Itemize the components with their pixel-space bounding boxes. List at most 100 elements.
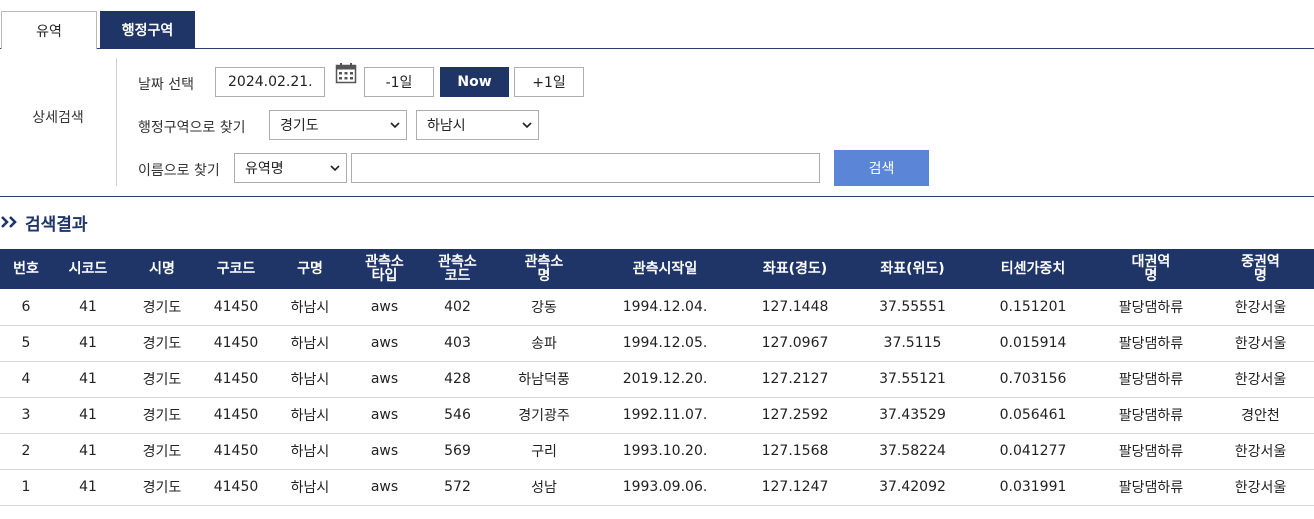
table-cell: 팔당댐하류 xyxy=(1095,325,1207,362)
table-cell: 6 xyxy=(0,289,52,326)
table-cell: 0.703156 xyxy=(971,361,1095,398)
table-cell: 127.0967 xyxy=(736,325,854,362)
table-cell: 0.041277 xyxy=(971,433,1095,470)
table-cell: 127.1448 xyxy=(736,289,854,326)
province-select[interactable]: 경기도 xyxy=(269,110,407,140)
table-cell: 37.5115 xyxy=(854,325,971,362)
table-cell: 2 xyxy=(0,433,52,470)
table-row[interactable]: 4 41 경기도 41450 하남시 aws 428 하남덕풍 2019.12.20. 127.2… xyxy=(0,361,1314,398)
divider xyxy=(116,58,117,186)
table-row[interactable]: 2 41 경기도 41450 하남시 aws 569 구리 1993.10.20. 127.156… xyxy=(0,433,1314,470)
column-header: 좌표(위도) xyxy=(854,249,971,289)
city-select[interactable]: 하남시 xyxy=(416,110,539,140)
table-row[interactable]: 1 41 경기도 41450 하남시 aws 572 성남 1993.09.06. 127.124… xyxy=(0,469,1314,506)
table-cell: 팔당댐하류 xyxy=(1095,469,1207,506)
table-cell: 41450 xyxy=(200,433,272,470)
table-cell: 하남시 xyxy=(272,325,348,362)
tab-basin[interactable]: 유역 xyxy=(1,11,97,49)
results-heading: 검색결과 xyxy=(0,210,88,235)
table-cell: 경기도 xyxy=(124,325,200,362)
column-header: 구코드 xyxy=(200,249,272,289)
name-type-select-value: 유역명 xyxy=(245,161,284,177)
table-cell: 하남시 xyxy=(272,361,348,398)
province-select-value: 경기도 xyxy=(280,118,319,134)
column-header: 관측소 코드 xyxy=(421,249,494,289)
table-cell: 팔당댐하류 xyxy=(1095,361,1207,398)
table-row[interactable]: 5 41 경기도 41450 하남시 aws 403 송파 1994.12.05. 127.096… xyxy=(0,325,1314,362)
table-cell: 41 xyxy=(52,433,124,470)
calendar-icon[interactable] xyxy=(335,62,357,84)
table-cell: 팔당댐하류 xyxy=(1095,397,1207,434)
table-cell: 0.015914 xyxy=(971,325,1095,362)
table-cell: 1992.11.07. xyxy=(594,397,736,434)
table-cell: 41450 xyxy=(200,289,272,326)
table-cell: aws xyxy=(348,361,421,398)
column-header: 중권역 명 xyxy=(1207,249,1314,289)
table-cell: 경안천 xyxy=(1207,397,1314,434)
column-header: 관측소 명 xyxy=(494,249,594,289)
table-cell: 41 xyxy=(52,469,124,506)
table-cell: 1 xyxy=(0,469,52,506)
table-cell: 569 xyxy=(421,433,494,470)
table-cell: 37.55121 xyxy=(854,361,971,398)
date-input[interactable]: 2024.02.21. xyxy=(215,67,325,97)
table-cell: 4 xyxy=(0,361,52,398)
table-cell: 하남시 xyxy=(272,469,348,506)
column-header: 좌표(경도) xyxy=(736,249,854,289)
name-label: 이름으로 찾기 xyxy=(138,163,220,179)
table-cell: 41450 xyxy=(200,397,272,434)
table-cell: 팔당댐하류 xyxy=(1095,433,1207,470)
table-cell: 41 xyxy=(52,361,124,398)
table-cell: 하남덕풍 xyxy=(494,361,594,398)
results-table: 번호 시코드 시명 구코드 구명 관측소 타입 관측소 코드 관측소 명 관측시작일 좌표(경도) 좌표(… xyxy=(0,249,1314,506)
column-header: 시코드 xyxy=(52,249,124,289)
search-button[interactable]: 검색 xyxy=(834,150,929,186)
table-cell: 1994.12.05. xyxy=(594,325,736,362)
double-chevron-right-icon xyxy=(1,216,17,228)
table-cell: 572 xyxy=(421,469,494,506)
table-cell: aws xyxy=(348,433,421,470)
table-cell: 0.031991 xyxy=(971,469,1095,506)
region-label: 행정구역으로 찾기 xyxy=(138,120,246,136)
name-type-select[interactable]: 유역명 xyxy=(234,153,347,183)
table-cell: 127.2592 xyxy=(736,397,854,434)
tab-bar: 유역 행정구역 xyxy=(0,0,1314,49)
search-section-label: 상세검색 xyxy=(32,110,84,126)
table-cell: 송파 xyxy=(494,325,594,362)
table-cell: 한강서울 xyxy=(1207,469,1314,506)
now-button[interactable]: Now xyxy=(440,67,509,97)
table-cell: 546 xyxy=(421,397,494,434)
next-day-button[interactable]: +1일 xyxy=(514,67,584,97)
table-cell: 5 xyxy=(0,325,52,362)
table-cell: 41 xyxy=(52,289,124,326)
table-cell: 경기도 xyxy=(124,433,200,470)
table-cell: 1994.12.04. xyxy=(594,289,736,326)
table-cell: 경기도 xyxy=(124,397,200,434)
tab-admin-district[interactable]: 행정구역 xyxy=(100,11,195,49)
table-cell: 37.55551 xyxy=(854,289,971,326)
table-row[interactable]: 6 41 경기도 41450 하남시 aws 402 강동 1994.12.04. 127.144… xyxy=(0,289,1314,326)
table-cell: 41 xyxy=(52,325,124,362)
table-body: 6 41 경기도 41450 하남시 aws 402 강동 1994.12.04. 127.144… xyxy=(0,289,1314,506)
table-cell: 하남시 xyxy=(272,433,348,470)
table-cell: 팔당댐하류 xyxy=(1095,289,1207,326)
results-title: 검색결과 xyxy=(25,214,88,235)
search-panel: 상세검색 날짜 선택 2024.02.21. -1일 Now +1일 행정구역으… xyxy=(0,49,1314,197)
table-row[interactable]: 3 41 경기도 41450 하남시 aws 546 경기광주 1992.11.07. 127.2… xyxy=(0,397,1314,434)
table-cell: 성남 xyxy=(494,469,594,506)
chevron-down-icon xyxy=(330,165,340,171)
table-cell: 41450 xyxy=(200,361,272,398)
table-cell: 41450 xyxy=(200,325,272,362)
table-cell: 강동 xyxy=(494,289,594,326)
table-cell: 37.42092 xyxy=(854,469,971,506)
table-cell: 37.43529 xyxy=(854,397,971,434)
column-header: 대권역 명 xyxy=(1095,249,1207,289)
table-cell: 0.151201 xyxy=(971,289,1095,326)
table-cell: 41450 xyxy=(200,469,272,506)
prev-day-button[interactable]: -1일 xyxy=(364,67,434,97)
table-cell: 2019.12.20. xyxy=(594,361,736,398)
name-search-input[interactable] xyxy=(351,153,820,183)
column-header: 티센가중치 xyxy=(971,249,1095,289)
table-cell: 경기도 xyxy=(124,289,200,326)
table-cell: 0.056461 xyxy=(971,397,1095,434)
